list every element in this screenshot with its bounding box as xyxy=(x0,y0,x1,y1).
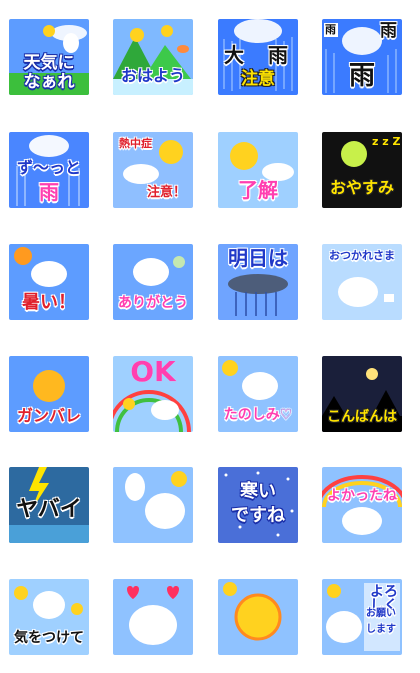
sky-background xyxy=(218,579,298,655)
rain-cloud-icon xyxy=(228,274,288,294)
flower-icon xyxy=(173,256,185,268)
sun-icon xyxy=(230,142,258,170)
caption-line2: ですね xyxy=(231,505,285,526)
crying-cloud-icon xyxy=(234,19,282,43)
sticker-ooame-chuui[interactable]: 大 雨 注意 xyxy=(218,19,298,95)
cloud-icon xyxy=(123,164,159,184)
sticker-ganbare[interactable]: ガンバレ xyxy=(9,356,89,432)
sticker-peace[interactable] xyxy=(113,467,193,543)
sun-icon xyxy=(327,584,341,598)
sticker-ashita-wa[interactable]: 明日は xyxy=(218,244,298,320)
caption: ありがとう xyxy=(118,295,188,311)
caption: おはよう xyxy=(120,66,185,85)
cloud-face-icon xyxy=(342,507,382,535)
sky-background xyxy=(113,467,193,543)
zzz-icon: z z Z xyxy=(372,135,401,148)
caption-big: 雨 xyxy=(348,61,375,91)
caption: 了解 xyxy=(238,178,278,202)
caption: 明日は xyxy=(228,246,288,270)
caption: OK xyxy=(130,356,176,388)
cloud-face-icon xyxy=(145,493,185,529)
caption-line1: 天気に xyxy=(23,53,75,73)
sticker-ohayou[interactable]: おはよう xyxy=(113,19,193,95)
sticker-necchuushou-chuui[interactable]: 熱中症 注意！ xyxy=(113,132,193,208)
sun-icon xyxy=(222,360,238,376)
moon-icon xyxy=(366,368,378,380)
caption-top-right: 雨 xyxy=(268,43,288,67)
sun-face-icon xyxy=(33,370,65,402)
caption-line2: 雨 xyxy=(39,180,59,204)
sticker-arigatou[interactable]: ありがとう xyxy=(113,244,193,320)
sticker-atsui[interactable]: 暑い！ xyxy=(9,244,89,320)
sticker-otsukaresama[interactable]: おつかれさま xyxy=(322,244,402,320)
caption-small-left: 雨 xyxy=(325,23,336,36)
sleeping-moon-icon xyxy=(341,141,367,167)
caption-small-right: 雨 xyxy=(380,21,397,41)
caption-line1: 熱中症 xyxy=(119,137,152,150)
teru-teru-bozu-icon xyxy=(63,33,79,53)
cloud-face-icon xyxy=(151,400,179,420)
sticker-konbanwa[interactable]: こんばんは xyxy=(322,356,402,432)
caption: たのしみ♡ xyxy=(223,407,293,423)
caption: おやすみ xyxy=(329,178,394,197)
sticker-yokatta-ne[interactable]: よかったね xyxy=(322,467,402,543)
coffee-cup-icon xyxy=(384,294,394,302)
caption-line2: 注意！ xyxy=(147,185,187,200)
caption: おつかれさま xyxy=(329,249,395,262)
sky-background xyxy=(322,467,402,543)
caption-line2: なぁれ xyxy=(23,72,75,92)
sticker-ame[interactable]: 雨 雨 雨 xyxy=(322,19,402,95)
cloud-face-icon xyxy=(31,261,67,287)
sun-icon-2 xyxy=(161,25,173,37)
bird-icon xyxy=(177,45,189,53)
sun-face-icon xyxy=(234,593,282,641)
caption: ガンバレ xyxy=(16,406,81,425)
peace-hand-icon xyxy=(125,473,145,501)
sun-icon xyxy=(123,398,135,410)
cloud-face-icon xyxy=(338,277,378,307)
sticker-oyasumi[interactable]: z z Z おやすみ xyxy=(322,132,402,208)
caption-line2: お願い xyxy=(366,608,396,619)
sticker-samui-desu-ne[interactable]: 寒い ですね xyxy=(218,467,298,543)
caption: 気をつけて xyxy=(14,630,84,646)
crying-cloud-icon xyxy=(342,27,382,55)
cloud-icon xyxy=(29,135,69,157)
caption: 暑い！ xyxy=(22,292,76,313)
sticker-tanoshimi[interactable]: たのしみ♡ xyxy=(218,356,298,432)
cloud-face-icon xyxy=(129,605,177,645)
caption-line1: 寒い xyxy=(240,481,276,502)
sticker-yoroshiku-onegaishimasu[interactable]: よろしく お願い します xyxy=(322,579,402,655)
sticker-ok[interactable]: OK xyxy=(113,356,193,432)
caption: よかったね xyxy=(327,488,397,504)
caption-line1: ず～っと xyxy=(16,158,81,177)
caption: ヤバイ xyxy=(16,497,82,522)
sticker-heart[interactable] xyxy=(113,579,193,655)
sun-icon xyxy=(14,247,32,265)
caption-bottom: 注意 xyxy=(241,69,275,89)
sticker-grid: 天気に なぁれ おはよう 大 雨 注意 雨 雨 雨 ず～っと 雨 熱中症 注意！… xyxy=(0,0,420,673)
sticker-zutto-ame[interactable]: ず～っと 雨 xyxy=(9,132,89,208)
sticker-ryoukai[interactable]: 了解 xyxy=(218,132,298,208)
sun-icon xyxy=(171,471,187,487)
caption-line3: します xyxy=(366,624,396,635)
cloud-face-icon xyxy=(326,611,362,643)
sticker-ki-wo-tsukete[interactable]: 気をつけて xyxy=(9,579,89,655)
sun-icon xyxy=(130,28,144,42)
cloud-face-icon xyxy=(33,591,65,619)
sun-icon xyxy=(14,586,28,600)
cloud-face-icon xyxy=(242,372,278,400)
sun-icon xyxy=(43,25,55,37)
caption-top-left: 大 xyxy=(224,43,244,67)
sticker-sun[interactable] xyxy=(218,579,298,655)
sky-background xyxy=(113,579,193,655)
caption: こんばんは xyxy=(327,409,397,425)
sun-icon xyxy=(159,140,183,164)
sticker-yabai[interactable]: ヤバイ xyxy=(9,467,89,543)
cloud-face-icon xyxy=(133,258,169,286)
sticker-tenki-ni-naare[interactable]: 天気に なぁれ xyxy=(9,19,89,95)
